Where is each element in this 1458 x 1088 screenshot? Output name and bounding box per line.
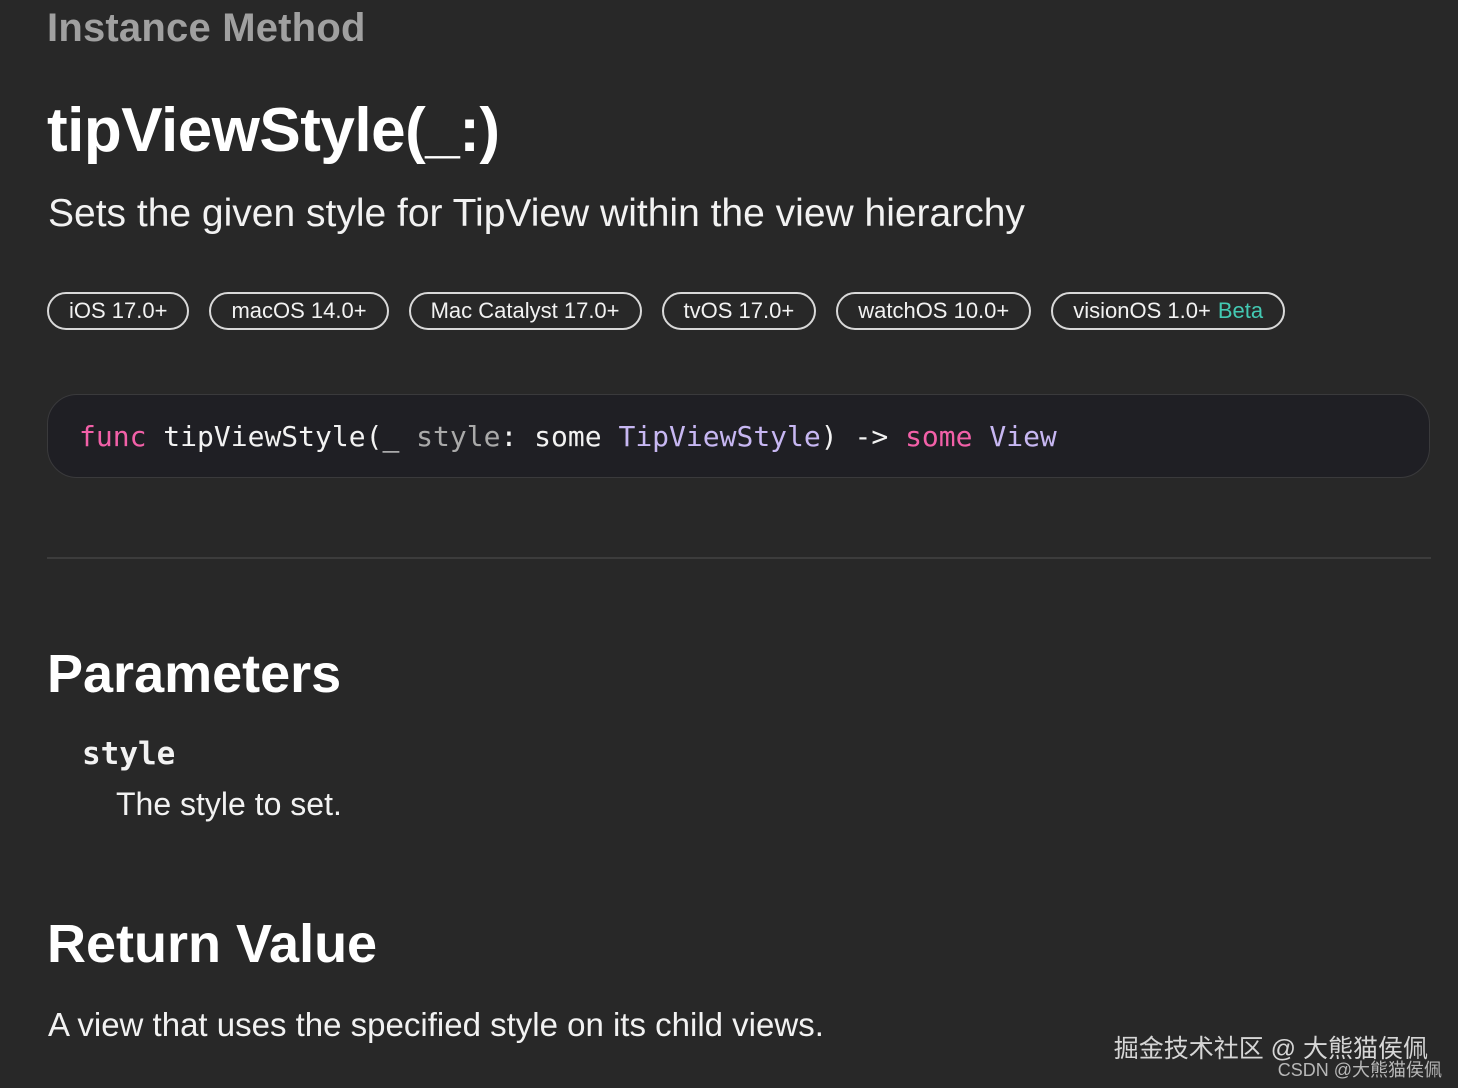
code-token-param: style	[416, 419, 501, 453]
page-eyebrow: Instance Method	[47, 6, 366, 50]
code-token-plain: ) ->	[820, 419, 906, 453]
availability-badge-macos: macOS 14.0+	[209, 292, 389, 330]
badge-label: watchOS 10.0+	[858, 298, 1010, 323]
beta-label: Beta	[1217, 298, 1264, 323]
code-token-type[interactable]: TipViewStyle	[618, 420, 820, 453]
code-token-plain: tipViewStyle(_	[146, 419, 417, 453]
availability-badges: iOS 17.0+ macOS 14.0+ Mac Catalyst 17.0+…	[47, 292, 1286, 330]
availability-badge-tvos: tvOS 17.0+	[661, 292, 817, 330]
section-divider	[47, 557, 1431, 559]
badge-label: iOS 17.0+	[69, 298, 168, 323]
code-token-type[interactable]: View	[989, 420, 1056, 453]
return-value-heading: Return Value	[47, 914, 378, 974]
badge-label: visionOS 1.0+	[1073, 298, 1211, 323]
badge-label: tvOS 17.0+	[683, 298, 795, 323]
code-token-plain: : some	[500, 419, 619, 453]
availability-badge-watchos: watchOS 10.0+	[836, 292, 1032, 330]
page-title: tipViewStyle(_:)	[47, 96, 500, 165]
parameter-name: style	[82, 736, 176, 772]
code-token-keyword: some	[905, 419, 973, 453]
parameter-description: The style to set.	[116, 786, 342, 822]
abstract: Sets the given style for TipView within …	[48, 192, 1025, 235]
parameters-heading: Parameters	[47, 644, 342, 704]
badge-label: macOS 14.0+	[231, 298, 367, 323]
return-value-description: A view that uses the specified style on …	[48, 1006, 824, 1043]
availability-badge-visionos: visionOS 1.0+ Beta	[1051, 292, 1286, 330]
code-token-keyword: func	[79, 419, 147, 453]
declaration-code: func tipViewStyle(_ style: some TipViewS…	[47, 394, 1430, 478]
watermark-line-2: CSDN @大熊猫侯佩	[1277, 1060, 1442, 1080]
availability-badge-mac-catalyst: Mac Catalyst 17.0+	[408, 292, 642, 330]
availability-badge-ios: iOS 17.0+	[47, 292, 190, 330]
badge-label: Mac Catalyst 17.0+	[430, 298, 620, 323]
